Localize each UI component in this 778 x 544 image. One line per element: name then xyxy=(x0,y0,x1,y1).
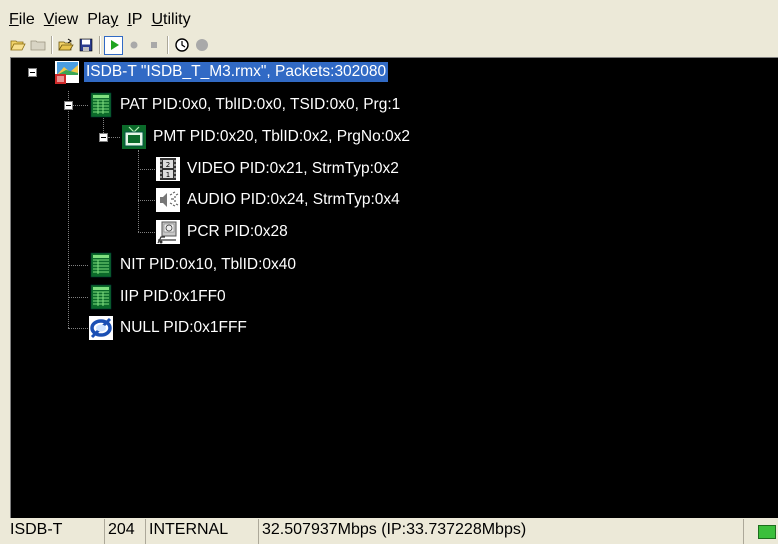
expander-pmt[interactable] xyxy=(99,133,108,142)
toolbar-separator xyxy=(51,36,53,54)
stream-tree-view[interactable]: ISDB-T "ISDB_T_M3.rmx", Packets:302080 P… xyxy=(10,57,778,518)
tree-node-label: NIT PID:0x10, TblID:0x40 xyxy=(120,256,297,273)
status-bar: ISDB-T 204 INTERNAL 32.507937Mbps (IP:33… xyxy=(8,519,778,544)
app-window: File View Play IP Utility ISDB-T "ISDB_T… xyxy=(0,0,778,544)
play-icon[interactable] xyxy=(104,35,123,55)
tree-node-pat[interactable]: PAT PID:0x0, TblID:0x0, TSID:0x0, Prg:1 xyxy=(88,92,402,118)
toolbar-separator xyxy=(167,36,169,54)
tree-node-label: IIP PID:0x1FF0 xyxy=(120,288,226,305)
tree-connector xyxy=(138,150,139,232)
tree-node-label: AUDIO PID:0x24, StrmTyp:0x4 xyxy=(187,191,400,208)
folder-open-icon[interactable] xyxy=(8,36,27,55)
menu-play[interactable]: Play xyxy=(86,11,119,29)
clock-icon[interactable] xyxy=(172,36,191,55)
menu-bar: File View Play IP Utility xyxy=(8,10,199,30)
tree-node-null[interactable]: NULL PID:0x1FFF xyxy=(88,315,249,341)
menu-ip[interactable]: IP xyxy=(126,11,143,29)
audio-speaker-icon xyxy=(155,187,181,213)
menu-view[interactable]: View xyxy=(43,11,79,29)
tree-connector xyxy=(108,137,120,138)
folder-icon[interactable] xyxy=(28,36,47,55)
save-icon[interactable] xyxy=(76,36,95,55)
tree-connector xyxy=(68,328,88,329)
toolbar-separator xyxy=(99,36,101,54)
tree-node-video[interactable]: 2 1 VIDEO PID:0x21, StrmTyp:0x2 xyxy=(155,156,401,182)
menu-utility[interactable]: Utility xyxy=(150,11,191,29)
status-indicator xyxy=(743,519,778,544)
status-standard: ISDB-T xyxy=(10,521,63,538)
tree-connector xyxy=(68,91,69,328)
tree-node-iip[interactable]: IIP PID:0x1FF0 xyxy=(88,284,228,310)
stop-icon[interactable] xyxy=(144,36,163,55)
status-led-icon xyxy=(758,524,776,539)
tree-connector xyxy=(68,265,88,266)
tree-node-pmt[interactable]: PMT PID:0x20, TblID:0x2, PrgNo:0x2 xyxy=(121,124,412,150)
status-packet-size: 204 xyxy=(104,519,145,544)
circle-icon[interactable] xyxy=(192,36,211,55)
tree-node-nit[interactable]: NIT PID:0x10, TblID:0x40 xyxy=(88,252,298,278)
tree-node-label: NULL PID:0x1FFF xyxy=(120,319,247,336)
status-bitrate: 32.507937Mbps (IP:33.737228Mbps) xyxy=(258,519,743,544)
stream-file-icon xyxy=(54,59,80,85)
pcr-clock-icon xyxy=(155,219,181,245)
expander-root[interactable] xyxy=(28,68,37,77)
svg-text:2: 2 xyxy=(166,161,170,169)
record-icon[interactable] xyxy=(124,36,143,55)
tree-node-label: VIDEO PID:0x21, StrmTyp:0x2 xyxy=(187,160,399,177)
tree-node-label: PMT PID:0x20, TblID:0x2, PrgNo:0x2 xyxy=(153,128,411,145)
tree-node-root[interactable]: ISDB-T "ISDB_T_M3.rmx", Packets:302080 xyxy=(54,59,389,85)
tree-node-label: PCR PID:0x28 xyxy=(187,223,288,240)
tv-program-icon xyxy=(121,124,147,150)
null-packet-icon xyxy=(88,315,114,341)
table-icon xyxy=(88,92,114,118)
tree-node-label: PAT PID:0x0, TblID:0x0, TSID:0x0, Prg:1 xyxy=(120,96,401,113)
svg-text:1: 1 xyxy=(166,171,170,179)
tree-node-audio[interactable]: AUDIO PID:0x24, StrmTyp:0x4 xyxy=(155,187,402,213)
menu-file[interactable]: File xyxy=(8,11,36,29)
tree-connector xyxy=(138,200,155,201)
table-icon xyxy=(88,252,114,278)
tree-node-label: ISDB-T "ISDB_T_M3.rmx", Packets:302080 xyxy=(84,62,389,82)
status-source: INTERNAL xyxy=(145,519,258,544)
tree-connector xyxy=(138,169,155,170)
table-icon xyxy=(88,284,114,310)
tree-connector xyxy=(138,232,155,233)
tree-connector xyxy=(73,105,88,106)
expander-pat[interactable] xyxy=(64,101,73,110)
open-icon[interactable] xyxy=(56,36,75,55)
toolbar xyxy=(8,34,212,56)
video-film-icon: 2 1 xyxy=(155,156,181,182)
tree-connector xyxy=(68,297,88,298)
tree-node-pcr[interactable]: PCR PID:0x28 xyxy=(155,219,290,245)
